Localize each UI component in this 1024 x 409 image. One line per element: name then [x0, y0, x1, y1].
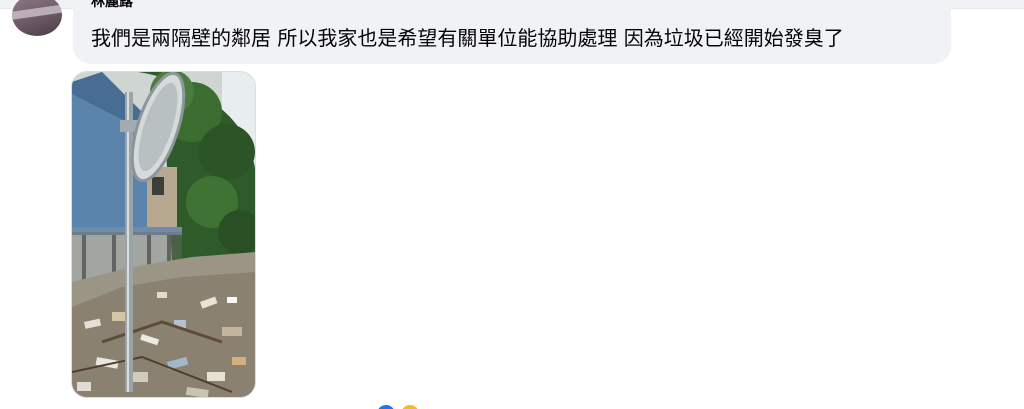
comment-thread: 林麗蕗 我們是兩隔壁的鄰居 所以我家也是希望有關單位能協助處理 因為垃圾已經開始… — [0, 0, 1024, 409]
photo-image — [72, 72, 255, 397]
comment-author[interactable]: 林麗蕗 — [91, 0, 133, 11]
haha-icon[interactable] — [399, 403, 421, 409]
comment-photo[interactable] — [71, 71, 256, 398]
comment-text: 我們是兩隔壁的鄰居 所以我家也是希望有關單位能協助處理 因為垃圾已經開始發臭了 — [91, 26, 844, 50]
like-icon[interactable] — [375, 403, 397, 409]
avatar-detail — [12, 3, 62, 21]
comment-bubble: 林麗蕗 我們是兩隔壁的鄰居 所以我家也是希望有關單位能協助處理 因為垃圾已經開始… — [73, 0, 951, 64]
avatar[interactable] — [12, 0, 62, 36]
